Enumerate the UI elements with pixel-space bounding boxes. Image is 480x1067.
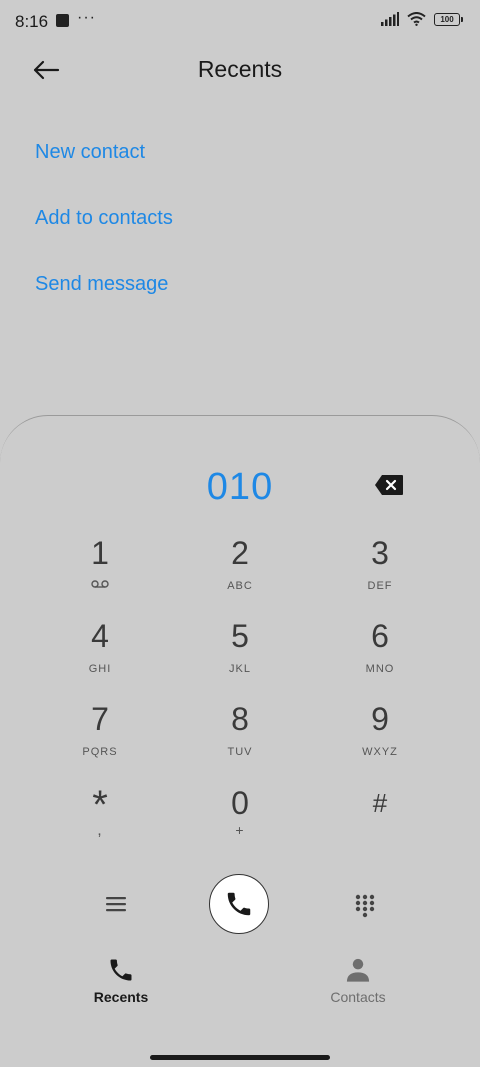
voicemail-icon [91, 580, 109, 588]
key-digit: 9 [371, 701, 389, 737]
key-digit: 4 [91, 618, 109, 654]
status-bar: 8:16 ··· 100 [0, 0, 480, 42]
key-letters: DEF [367, 580, 393, 592]
new-contact-link[interactable]: New contact [35, 141, 145, 164]
key-letters: JKL [229, 663, 251, 675]
arrow-left-icon [33, 60, 60, 80]
key-digit: 3 [371, 535, 389, 571]
key-digit: 1 [91, 535, 109, 571]
key-letters: , [97, 822, 103, 839]
backspace-icon [375, 475, 403, 495]
key-5[interactable]: 5 JKL [180, 619, 300, 691]
phone-icon [227, 892, 251, 916]
page-title: Recents [197, 56, 283, 82]
add-to-contacts-link[interactable]: Add to contacts [35, 207, 173, 230]
tab-recents[interactable]: Recents [61, 956, 181, 1005]
tab-label: Contacts [330, 989, 386, 1005]
key-4[interactable]: 4 GHI [40, 619, 160, 691]
key-letters: PQRS [82, 746, 118, 758]
key-8[interactable]: 8 TUV [180, 702, 300, 774]
key-digit: 7 [91, 701, 109, 737]
key-digit: 5 [231, 618, 249, 654]
key-digit: # [372, 788, 388, 818]
person-icon [346, 958, 370, 982]
key-1[interactable]: 1 [40, 536, 160, 608]
key-0[interactable]: 0 + [180, 786, 300, 858]
wifi-icon [407, 12, 426, 26]
key-letters: GHI [88, 663, 112, 675]
key-2[interactable]: 2 ABC [180, 536, 300, 608]
key-digit: 6 [371, 618, 389, 654]
key-letters: MNO [365, 663, 395, 675]
toggle-keypad-button[interactable] [349, 890, 381, 922]
dialpad-menu-button[interactable] [100, 890, 132, 918]
key-letters: ABC [227, 580, 253, 592]
key-star[interactable]: * , [40, 783, 160, 858]
status-time: 8:16 [15, 12, 49, 31]
tab-label: Recents [93, 989, 149, 1005]
key-hash[interactable]: # [320, 786, 440, 858]
key-letters: TUV [227, 746, 253, 758]
send-message-link[interactable]: Send message [35, 273, 168, 296]
key-7[interactable]: 7 PQRS [40, 702, 160, 774]
more-notifications-icon: ··· [77, 9, 96, 26]
notification-icon [56, 14, 69, 27]
key-digit: * [92, 783, 108, 827]
back-button[interactable] [30, 56, 62, 84]
key-3[interactable]: 3 DEF [320, 536, 440, 608]
keypad-grid-icon [355, 894, 375, 918]
dialed-number: 010 [206, 466, 274, 508]
signal-icon [381, 12, 399, 26]
tab-contacts[interactable]: Contacts [298, 956, 418, 1005]
status-icons: 100 [381, 12, 463, 26]
key-letters: + [235, 822, 245, 838]
battery-icon: 100 [434, 12, 463, 26]
key-9[interactable]: 9 WXYZ [320, 702, 440, 774]
backspace-button[interactable] [374, 474, 404, 496]
call-button[interactable] [209, 874, 269, 934]
key-digit: 0 [231, 785, 249, 821]
key-letters: WXYZ [362, 746, 398, 758]
home-indicator[interactable] [150, 1055, 330, 1060]
key-digit: 2 [231, 535, 249, 571]
phone-icon [110, 959, 132, 981]
key-digit: 8 [231, 701, 249, 737]
key-6[interactable]: 6 MNO [320, 619, 440, 691]
menu-lines-icon [106, 897, 126, 912]
